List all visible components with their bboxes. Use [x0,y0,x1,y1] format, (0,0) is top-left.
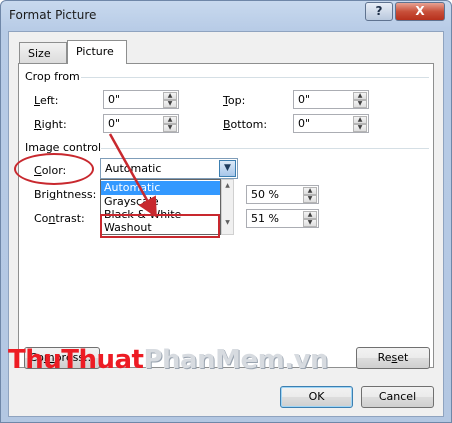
crop-top-up-icon[interactable]: ▲ [353,92,367,100]
contrast-label: Contrast: [34,212,85,225]
watermark-part1: ThuThuat [8,345,144,375]
crop-top-label: Top: [223,94,246,107]
tab-size[interactable]: Size [19,42,67,63]
crop-left-label: Left: [34,94,59,107]
crop-left-spinner[interactable]: 0" ▲ ▼ [103,90,179,109]
color-option-grayscale[interactable]: Grayscale [101,195,220,209]
crop-bottom-label: Bottom: [223,118,268,131]
dropdown-scrollbar[interactable]: ▲ ▼ [221,179,234,235]
brightness-spinner[interactable]: 50 % ▲ ▼ [246,185,319,204]
watermark-logo: ThuThuatPhanMem.vn [8,345,329,375]
crop-top-value: 0" [298,93,311,106]
crop-bottom-value: 0" [298,117,311,130]
contrast-value: 51 % [251,212,279,225]
watermark-part2: PhanMem.vn [143,345,329,375]
brightness-down-icon[interactable]: ▼ [303,195,317,203]
scroll-up-icon[interactable]: ▲ [222,182,233,189]
crop-right-up-icon[interactable]: ▲ [163,116,177,124]
crop-divider [81,77,429,78]
crop-left-value: 0" [108,93,121,106]
crop-right-label: Right: [34,118,67,131]
image-control-section-label: Image control [25,141,102,154]
title-bar[interactable]: Format Picture ? X [1,1,451,31]
crop-right-spinner[interactable]: 0" ▲ ▼ [103,114,179,133]
ok-button[interactable]: OK [280,386,353,408]
crop-bottom-up-icon[interactable]: ▲ [353,116,367,124]
crop-left-down-icon[interactable]: ▼ [163,100,177,108]
crop-top-spinner[interactable]: 0" ▲ ▼ [293,90,369,109]
color-combobox-value: Automatic [105,162,162,175]
crop-right-value: 0" [108,117,121,130]
contrast-up-icon[interactable]: ▲ [303,211,317,219]
crop-right-down-icon[interactable]: ▼ [163,124,177,132]
crop-bottom-down-icon[interactable]: ▼ [353,124,367,132]
reset-button[interactable]: Reset [356,347,430,369]
brightness-label: Brightness: [34,188,97,201]
brightness-value: 50 % [251,188,279,201]
cancel-button[interactable]: Cancel [361,386,434,408]
color-option-automatic[interactable]: Automatic [101,181,220,195]
color-combobox[interactable]: Automatic ▼ [100,158,238,179]
crop-section-label: Crop from [25,70,80,83]
crop-bottom-spinner[interactable]: 0" ▲ ▼ [293,114,369,133]
scroll-down-icon[interactable]: ▼ [222,219,233,226]
contrast-down-icon[interactable]: ▼ [303,219,317,227]
help-button[interactable]: ? [365,2,393,21]
crop-left-up-icon[interactable]: ▲ [163,92,177,100]
brightness-up-icon[interactable]: ▲ [303,187,317,195]
chevron-down-icon[interactable]: ▼ [219,160,236,177]
washout-highlight-box [100,214,220,238]
contrast-spinner[interactable]: 51 % ▲ ▼ [246,209,319,228]
color-highlight-ellipse [14,153,94,185]
close-button[interactable]: X [395,2,445,21]
tab-picture[interactable]: Picture [67,40,127,64]
window-title: Format Picture [9,8,97,22]
image-control-divider [101,148,429,149]
crop-top-down-icon[interactable]: ▼ [353,100,367,108]
